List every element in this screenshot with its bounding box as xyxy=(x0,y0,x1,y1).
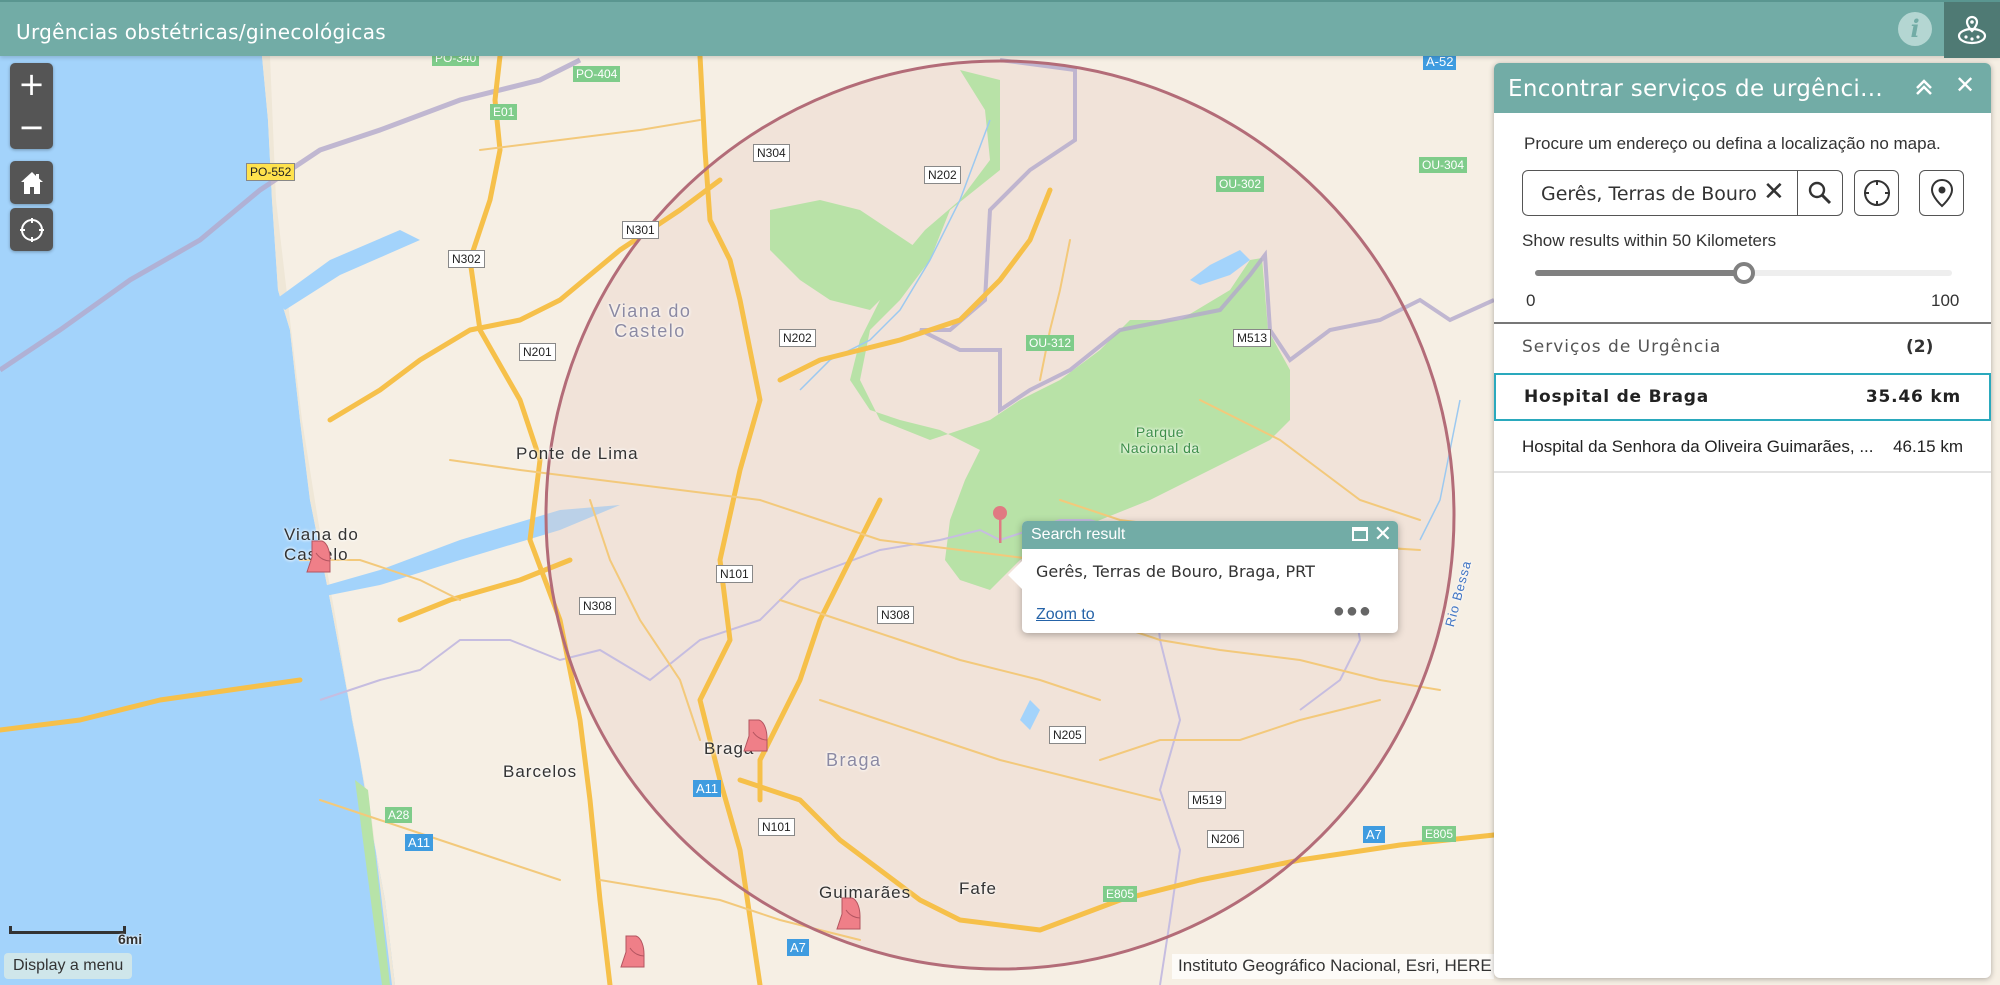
road-shield: A7 xyxy=(787,939,809,956)
result-name: Hospital da Senhora da Oliveira Guimarãe… xyxy=(1522,437,1874,456)
region-label: Braga xyxy=(826,750,882,770)
panel-hint: Procure um endereço ou defina a localiza… xyxy=(1524,134,1941,153)
road-shield: N206 xyxy=(1207,830,1244,848)
road-shield: A-52 xyxy=(1423,56,1457,70)
popup-title: Search result xyxy=(1031,526,1126,543)
road-shield: OU-302 xyxy=(1216,176,1265,192)
search-result-popup: Search result ✕ Gerês, Terras de Bouro, … xyxy=(1008,521,1398,633)
map-pin-icon xyxy=(1930,178,1953,208)
find-services-panel: Encontrar serviços de urgênci... ✕ Procu… xyxy=(1494,63,1991,978)
address-search-field[interactable]: Gerês, Terras de Bouro, Braga, PRT ✕ xyxy=(1522,170,1798,216)
info-button[interactable]: i xyxy=(1898,12,1932,46)
hospital-marker[interactable] xyxy=(620,934,648,968)
search-location-pin[interactable] xyxy=(992,505,1008,545)
home-button[interactable] xyxy=(10,161,53,204)
map-attribution: Instituto Geográfico Nacional, Esri, HER… xyxy=(1172,954,1494,979)
results-count: (2) xyxy=(1906,337,1934,357)
road-shield: A11 xyxy=(405,834,434,851)
app-header: Urgências obstétricas/ginecológicas i xyxy=(0,0,2000,58)
place-label: Guimarães xyxy=(819,883,912,902)
road-shield: E01 xyxy=(490,104,518,120)
road-shield: M513 xyxy=(1233,329,1272,347)
close-icon[interactable]: ✕ xyxy=(1374,522,1392,547)
road-shield: A11 xyxy=(693,780,722,797)
road-shield: N205 xyxy=(1049,726,1086,744)
road-shield: N301 xyxy=(622,221,659,239)
ellipsis-icon[interactable]: ●●● xyxy=(1333,600,1372,623)
divider xyxy=(1494,471,1991,473)
road-shield: A7 xyxy=(1363,826,1385,843)
use-current-location-button[interactable] xyxy=(1854,170,1899,216)
result-item[interactable]: Hospital de Braga 35.46 km xyxy=(1494,373,1991,421)
search-button[interactable] xyxy=(1797,170,1843,216)
slider-max-label: 100 xyxy=(1931,291,1960,310)
road-shield: N202 xyxy=(779,329,816,347)
slider-fill xyxy=(1535,270,1744,276)
results-list-title: Serviços de Urgência xyxy=(1522,337,1722,357)
road-shield: M519 xyxy=(1188,791,1227,809)
result-name: Hospital de Braga xyxy=(1524,387,1710,407)
road-shield: E805 xyxy=(1422,826,1457,842)
result-distance: 46.15 km xyxy=(1893,437,1963,456)
crosshair-icon xyxy=(19,217,44,242)
scale-label: 6mi xyxy=(118,931,143,947)
road-shield: PO-552 xyxy=(246,163,296,181)
app-root: Urgências obstétricas/ginecológicas i + … xyxy=(0,0,2000,985)
place-label: Fafe xyxy=(959,879,998,898)
road-shield: N304 xyxy=(753,144,790,162)
find-services-toggle-button[interactable] xyxy=(1944,2,2000,58)
road-shield: N201 xyxy=(519,343,556,361)
zoom-to-link[interactable]: Zoom to xyxy=(1036,606,1095,624)
collapse-icon[interactable] xyxy=(1912,75,1936,99)
result-distance: 35.46 km xyxy=(1865,387,1961,407)
search-icon xyxy=(1808,181,1832,205)
display-menu-button[interactable]: Display a menu xyxy=(4,953,133,979)
park-label: Parque Nacional da Peneda-Gerês xyxy=(1120,424,1200,456)
location-people-icon xyxy=(1957,15,1987,45)
road-shield: PO-404 xyxy=(573,66,621,82)
road-shield: OU-304 xyxy=(1419,157,1468,173)
radius-slider[interactable] xyxy=(1535,262,1952,284)
crosshair-icon xyxy=(1863,180,1890,206)
home-icon xyxy=(20,171,43,194)
result-item[interactable]: Hospital da Senhora da Oliveira Guimarãe… xyxy=(1494,423,1991,471)
slider-thumb[interactable] xyxy=(1732,262,1755,284)
zoom-in-button[interactable]: + xyxy=(10,63,53,106)
panel-header: Encontrar serviços de urgênci... ✕ xyxy=(1494,63,1991,113)
road-shield: N308 xyxy=(877,606,914,624)
road-shield: N202 xyxy=(924,166,961,184)
road-shield: N302 xyxy=(448,250,485,268)
locate-button[interactable] xyxy=(10,208,53,251)
zoom-out-button[interactable]: − xyxy=(10,106,53,149)
road-shield: E805 xyxy=(1103,886,1138,902)
search-input[interactable]: Gerês, Terras de Bouro, Braga, PRT xyxy=(1541,183,1757,205)
road-shield: OU-312 xyxy=(1026,335,1075,351)
app-title: Urgências obstétricas/ginecológicas xyxy=(16,20,386,44)
road-shield: N101 xyxy=(716,565,753,583)
clear-icon[interactable]: ✕ xyxy=(1763,177,1785,207)
popup-header: Search result ✕ xyxy=(1022,521,1398,549)
slider-min-label: 0 xyxy=(1526,291,1536,310)
road-shield: N101 xyxy=(758,818,795,836)
road-shield: PO-340 xyxy=(432,56,480,66)
zoom-controls: + − xyxy=(10,63,53,149)
popup-address: Gerês, Terras de Bouro, Braga, PRT xyxy=(1036,562,1315,581)
maximize-icon[interactable] xyxy=(1352,527,1368,541)
place-label: Barcelos xyxy=(503,762,578,781)
info-icon: i xyxy=(1910,14,1920,43)
place-label: Ponte de Lima xyxy=(516,444,639,463)
hospital-marker[interactable] xyxy=(836,896,864,930)
panel-title: Encontrar serviços de urgênci... xyxy=(1508,76,1883,102)
close-icon[interactable]: ✕ xyxy=(1955,71,1975,99)
divider xyxy=(1494,322,1991,324)
scale-bar: 6mi xyxy=(9,926,142,947)
set-location-on-map-button[interactable] xyxy=(1919,170,1964,216)
radius-label: Show results within 50 Kilometers xyxy=(1522,231,1777,250)
road-shield: A28 xyxy=(385,807,413,823)
hospital-marker[interactable] xyxy=(306,539,334,573)
region-label: Viana do Castelo xyxy=(608,301,692,341)
hospital-marker[interactable] xyxy=(743,718,771,752)
road-shield: N308 xyxy=(579,597,616,615)
